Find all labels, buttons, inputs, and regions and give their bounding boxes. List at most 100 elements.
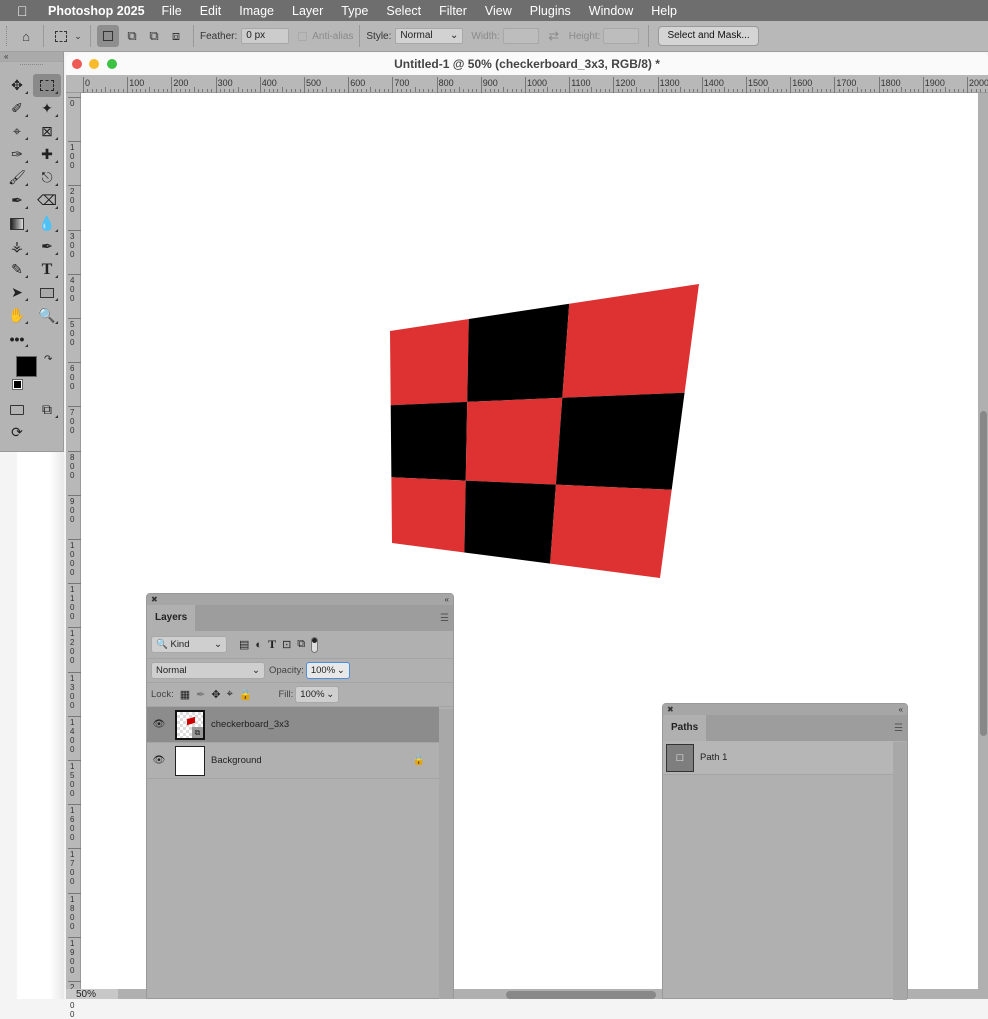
lock-all-icon[interactable]: 🔒 — [239, 688, 253, 701]
close-panel-icon[interactable]: ✖ — [667, 704, 674, 715]
lock-artboard-icon[interactable]: ⌖ — [227, 688, 233, 701]
options-grip[interactable] — [6, 26, 9, 46]
blend-mode-select[interactable]: Normal ⌄ — [151, 662, 265, 679]
healing-brush-tool-icon[interactable]: ✚ — [33, 143, 61, 166]
horizontal-scroll-thumb[interactable] — [506, 991, 656, 999]
pen-tool-icon[interactable]: ✒ — [33, 235, 61, 258]
layers-scrollbar[interactable] — [439, 709, 453, 999]
lock-position-icon[interactable]: ✥ — [211, 688, 220, 701]
layer-row-checkerboard[interactable]: 👁 ⧉ checkerboard_3x3 — [147, 707, 439, 743]
eyedropper-tool-icon[interactable]: ✑ — [3, 143, 31, 166]
tab-paths[interactable]: Paths — [663, 715, 707, 741]
crop-tool-icon[interactable]: ⌖ — [3, 120, 31, 143]
path-name[interactable]: Path 1 — [700, 752, 727, 763]
lock-pixels-icon[interactable]: ✒ — [196, 688, 205, 701]
close-window-button[interactable] — [72, 59, 82, 69]
select-and-mask-button[interactable]: Select and Mask... — [658, 26, 759, 46]
marquee-preset-icon[interactable] — [50, 25, 72, 47]
magic-wand-tool-icon[interactable]: ✦ — [33, 97, 61, 120]
collapse-panel-icon[interactable]: « — [899, 704, 903, 715]
menu-file[interactable]: File — [162, 4, 182, 18]
menu-edit[interactable]: Edit — [200, 4, 222, 18]
visibility-eye-icon[interactable]: 👁 — [147, 755, 171, 766]
swap-icon[interactable]: ⇄ — [543, 25, 565, 47]
menu-type[interactable]: Type — [341, 4, 368, 18]
dodge-tool-icon[interactable]: ⚶ — [3, 235, 31, 258]
maximize-window-button[interactable] — [107, 59, 117, 69]
collapse-panel-icon[interactable]: « — [445, 594, 449, 605]
move-tool-icon[interactable]: ✥ — [3, 74, 31, 97]
layer-lock-icon[interactable]: 🔒 — [413, 755, 425, 766]
type-tool-icon[interactable]: T — [33, 258, 61, 281]
vertical-ruler[interactable]: 0 100 200 300 400 500 600 700 800 900 1000 1100 1200… — [66, 93, 81, 1019]
adjustment-filter-icon[interactable]: ◐ — [255, 639, 262, 651]
rectangular-marquee-tool-icon[interactable] — [33, 74, 61, 97]
menu-help[interactable]: Help — [651, 4, 677, 18]
menu-image[interactable]: Image — [239, 4, 274, 18]
generative-fill-icon[interactable]: ⟳ — [3, 421, 31, 444]
home-icon[interactable]: ⌂ — [15, 25, 37, 47]
foreground-color-swatch[interactable] — [16, 356, 37, 377]
menu-select[interactable]: Select — [386, 4, 421, 18]
collapse-toolbox-icon[interactable]: « — [0, 52, 63, 62]
opacity-input[interactable]: 100% ⌄ — [305, 662, 350, 679]
smart-object-filter-icon[interactable]: ⧉ — [297, 638, 305, 651]
new-selection-icon[interactable] — [97, 25, 119, 47]
layer-name[interactable]: checkerboard_3x3 — [211, 719, 289, 730]
layer-row-background[interactable]: 👁 Background 🔒 — [147, 743, 439, 779]
minimize-window-button[interactable] — [89, 59, 99, 69]
app-menu[interactable]: Photoshop 2025 — [48, 4, 145, 18]
swap-colors-icon[interactable]: ↷ — [44, 354, 52, 365]
vertical-scrollbar[interactable] — [978, 93, 988, 989]
zoom-tool-icon[interactable]: 🔍 — [33, 304, 61, 327]
blur-tool-icon[interactable]: 💧 — [33, 212, 61, 235]
path-selection-tool-icon[interactable]: ➤ — [3, 281, 31, 304]
fill-input[interactable]: 100% ⌄ — [295, 686, 340, 703]
close-panel-icon[interactable]: ✖ — [151, 594, 158, 605]
frame-tool-icon[interactable]: ⊠ — [33, 120, 61, 143]
chevron-down-icon[interactable]: ⌄ — [72, 25, 84, 47]
quick-mask-icon[interactable] — [3, 398, 31, 421]
more-tools-icon[interactable]: ••• — [3, 327, 31, 350]
horizontal-ruler[interactable]: 0 100 200 300 400 500 600 700 800 900 1000 1100 1200… — [66, 75, 988, 93]
height-input[interactable] — [603, 28, 640, 44]
visibility-eye-icon[interactable]: 👁 — [147, 719, 171, 730]
panel-menu-icon[interactable]: ☰ — [440, 613, 449, 624]
history-brush-tool-icon[interactable]: ✒ — [3, 189, 31, 212]
zoom-level[interactable]: 50% — [66, 989, 118, 999]
width-input[interactable] — [502, 28, 539, 44]
menu-filter[interactable]: Filter — [439, 4, 467, 18]
filter-toggle[interactable] — [311, 636, 319, 653]
tab-layers[interactable]: Layers — [147, 605, 196, 631]
add-selection-icon[interactable]: ⧉ — [121, 25, 143, 47]
type-filter-icon[interactable]: T — [268, 637, 276, 652]
shape-filter-icon[interactable]: ⊡ — [282, 638, 291, 651]
lock-transparency-icon[interactable]: ▦ — [180, 688, 190, 701]
lasso-tool-icon[interactable]: ✐ — [3, 97, 31, 120]
panel-menu-icon[interactable]: ☰ — [894, 723, 903, 734]
rectangle-tool-icon[interactable] — [33, 281, 61, 304]
menu-window[interactable]: Window — [589, 4, 633, 18]
clone-stamp-tool-icon[interactable]: ⎋ — [33, 166, 61, 189]
apple-icon[interactable]:  — [17, 3, 39, 19]
antialias-checkbox[interactable] — [298, 31, 308, 41]
paths-scrollbar[interactable] — [893, 742, 907, 1000]
feather-input[interactable]: 0 px — [241, 28, 290, 44]
style-select[interactable]: Normal ⌄ — [395, 28, 464, 44]
screen-mode-icon[interactable]: ⧉ — [33, 398, 61, 421]
layer-name[interactable]: Background — [211, 755, 262, 766]
filter-kind-select[interactable]: 🔍 Kind ⌄ — [151, 636, 227, 653]
eraser-tool-icon[interactable]: ⌫ — [33, 189, 61, 212]
brush-tool-icon[interactable]: 🖌 — [3, 166, 31, 189]
menu-plugins[interactable]: Plugins — [530, 4, 571, 18]
vertical-scroll-thumb[interactable] — [980, 411, 987, 736]
menu-layer[interactable]: Layer — [292, 4, 323, 18]
pixel-filter-icon[interactable]: ▤ — [239, 638, 249, 651]
menu-view[interactable]: View — [485, 4, 512, 18]
pen-tool-icon[interactable]: ✎ — [3, 258, 31, 281]
gradient-tool-icon[interactable] — [3, 212, 31, 235]
path-row[interactable]: □ Path 1 — [663, 741, 893, 775]
default-colors-icon[interactable] — [12, 379, 23, 390]
intersect-selection-icon[interactable]: ⧈ — [165, 25, 187, 47]
subtract-selection-icon[interactable]: ⧉ — [143, 25, 165, 47]
